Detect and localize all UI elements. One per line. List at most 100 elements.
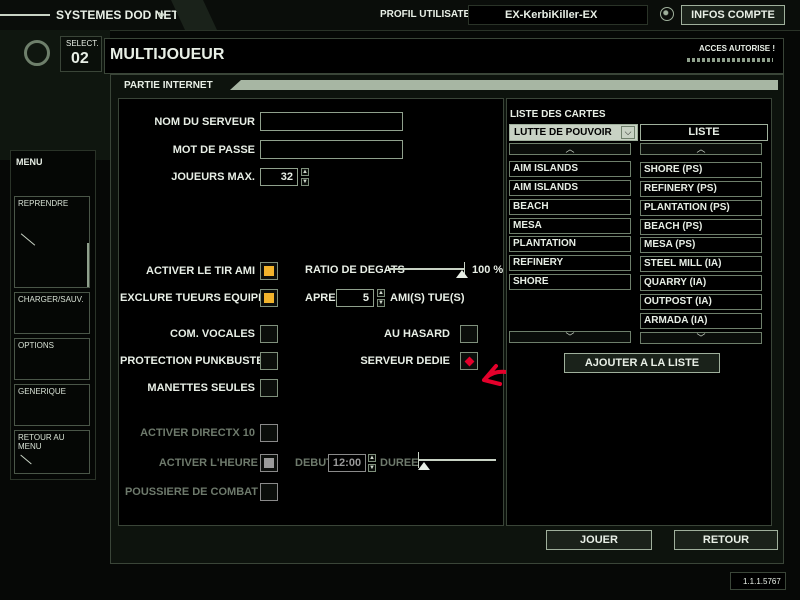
list-item[interactable]: BEACH (PS) [640, 219, 762, 235]
list-item[interactable]: BEACH [509, 199, 631, 215]
list-item[interactable]: QUARRY (IA) [640, 275, 762, 291]
profile-name: EX-KerbiKiller-EX [505, 9, 598, 21]
account-info-button[interactable]: INFOS COMPTE [681, 5, 785, 25]
password-input[interactable] [260, 140, 403, 159]
menu-item-retour-menu[interactable]: RETOUR AU MENU [14, 430, 90, 474]
maps-title: LISTE DES CARTES [510, 109, 606, 120]
top-bar: SYSTEMES DOD net » PROFIL UTILISATEUR EX… [0, 0, 800, 31]
section-title: PARTIE INTERNET [124, 80, 213, 91]
chevron-down-icon: ⌵ [621, 126, 635, 139]
list-item[interactable]: ARMADA (IA) [640, 313, 762, 329]
menu-item-options[interactable]: OPTIONS [14, 338, 90, 380]
start-down[interactable]: ▼ [368, 464, 376, 472]
random-label: AU HASARD [384, 328, 450, 340]
list-item[interactable]: REFINERY (PS) [640, 181, 762, 197]
list-item[interactable]: SHORE (PS) [640, 162, 762, 178]
menu-item-generique[interactable]: GENERIQUE [14, 384, 90, 426]
directx-label: ACTIVER DIRECTX 10 [140, 427, 255, 439]
selected-list-header: LISTE [640, 124, 768, 141]
list-item[interactable]: AIM ISLANDS [509, 180, 631, 196]
select-label: SELECT. [66, 39, 99, 48]
dust-checkbox[interactable] [260, 483, 278, 501]
after-down[interactable]: ▼ [377, 299, 385, 307]
start-input[interactable]: 12:00 [328, 454, 366, 472]
random-checkbox[interactable] [460, 325, 478, 343]
slider-track [418, 459, 496, 461]
section-header: PARTIE INTERNET [118, 76, 780, 94]
select-box: SELECT. 02 [60, 36, 102, 72]
back-button[interactable]: RETOUR [674, 530, 778, 550]
checked-indicator [264, 458, 274, 468]
list-item[interactable]: SHORE [509, 274, 631, 290]
menu-item-label: OPTIONS [18, 341, 55, 350]
controllers-label: MANETTES SEULES [147, 382, 255, 394]
password-label: MOT DE PASSE [172, 144, 255, 156]
time-label: ACTIVER L'HEURE [158, 457, 258, 469]
max-players-label: JOUEURS MAX. [171, 171, 255, 183]
dedicated-label: SERVEUR DEDIE [360, 355, 450, 367]
section-bar [230, 80, 778, 90]
directx-checkbox[interactable] [260, 424, 278, 442]
add-to-list-button[interactable]: AJOUTER A LA LISTE [564, 353, 720, 373]
available-maps-list: ︿ AIM ISLANDS AIM ISLANDS BEACH MESA PLA… [506, 143, 638, 343]
list-item[interactable]: MESA (PS) [640, 237, 762, 253]
list-item[interactable]: STEEL MILL (IA) [640, 256, 762, 272]
punkbuster-checkbox[interactable] [260, 352, 278, 370]
time-checkbox[interactable] [260, 454, 278, 472]
dust-label: POUSSIERE DE COMBAT [124, 486, 258, 498]
top-bar-line [0, 14, 50, 16]
slider-thumb[interactable] [418, 462, 430, 470]
start-up[interactable]: ▲ [368, 454, 376, 462]
scroll-down-button[interactable]: ﹀ [509, 331, 631, 343]
voice-label: COM. VOCALES [170, 328, 255, 340]
friendly-fire-checkbox[interactable] [260, 262, 278, 280]
exclude-tk-checkbox[interactable] [260, 289, 278, 307]
target-icon [24, 40, 50, 66]
menu-item-line [20, 454, 32, 465]
after-up[interactable]: ▲ [377, 289, 385, 297]
friend-kills-label: AMI(S) TUE(S) [390, 292, 465, 304]
friendly-fire-label: ACTIVER LE TIR AMI [146, 265, 255, 277]
menu-item-charger[interactable]: CHARGER/SAUV. [14, 292, 90, 334]
menu-item-label: RETOUR AU MENU [18, 433, 65, 451]
list-item[interactable]: PLANTATION [509, 236, 631, 252]
exclude-tk-label: EXCLURE TUEURS EQUIPE [120, 292, 266, 304]
menu-item-line [20, 233, 36, 246]
menu-title: MENU [16, 157, 43, 167]
max-players-input[interactable]: 32 [260, 168, 298, 186]
server-name-input[interactable] [260, 112, 403, 131]
top-bar-tab [171, 0, 217, 30]
selected-maps-list: ︿ SHORE (PS) REFINERY (PS) PLANTATION (P… [637, 143, 769, 344]
max-players-down[interactable]: ▼ [301, 178, 309, 186]
duration-label: DUREE [380, 457, 419, 469]
mode-select[interactable]: LUTTE DE POUVOIR ⌵ [509, 124, 638, 141]
menu-scroll-bar [87, 243, 89, 287]
controllers-checkbox[interactable] [260, 379, 278, 397]
list-item[interactable]: OUTPOST (IA) [640, 294, 762, 310]
list-item[interactable]: REFINERY [509, 255, 631, 271]
access-dashes [687, 58, 773, 62]
scroll-up-button[interactable]: ︿ [509, 143, 631, 155]
menu-item-reprendre[interactable]: REPRENDRE [14, 196, 90, 288]
after-input[interactable]: 5 [336, 289, 374, 307]
list-item[interactable]: PLANTATION (PS) [640, 200, 762, 216]
damage-ratio-slider[interactable] [388, 262, 468, 280]
mode-select-value: LUTTE DE POUVOIR [514, 127, 612, 138]
globe-icon [660, 7, 674, 21]
slider-thumb[interactable] [456, 270, 468, 278]
list-item[interactable]: MESA [509, 218, 631, 234]
list-item[interactable]: AIM ISLANDS [509, 161, 631, 177]
scroll-down-button[interactable]: ﹀ [640, 332, 762, 344]
access-status: ACCES AUTORISE ! [699, 44, 776, 53]
voice-checkbox[interactable] [260, 325, 278, 343]
scroll-up-button[interactable]: ︿ [640, 143, 762, 155]
play-button[interactable]: JOUER [546, 530, 652, 550]
menu-item-label: GENERIQUE [18, 387, 67, 396]
page-title: MULTIJOUEUR [110, 46, 225, 63]
menu-item-label: REPRENDRE [18, 199, 69, 208]
duration-slider[interactable] [418, 452, 498, 474]
max-players-up[interactable]: ▲ [301, 168, 309, 176]
slider-track [388, 268, 464, 270]
server-name-label: NOM DU SERVEUR [154, 116, 255, 128]
damage-ratio-value: 100 % [472, 264, 504, 276]
